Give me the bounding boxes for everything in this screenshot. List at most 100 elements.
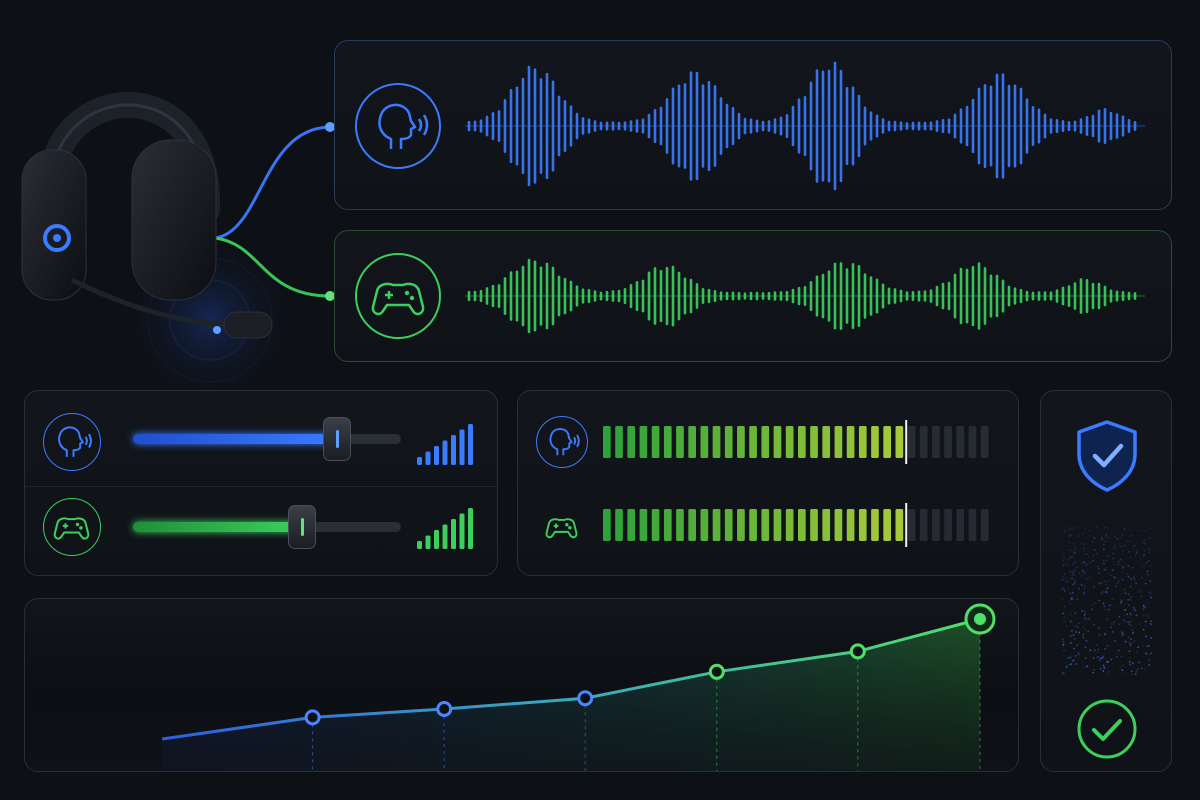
signal-bar xyxy=(417,457,422,465)
meter-segment xyxy=(651,426,660,458)
meter-segment xyxy=(615,509,623,541)
meter-segment xyxy=(895,509,904,541)
game-slider-thumb[interactable] xyxy=(287,505,316,549)
meter-segment xyxy=(676,509,684,541)
meter-segment xyxy=(956,509,965,541)
voice-channel-icon xyxy=(43,413,101,471)
voice-volume-slider[interactable] xyxy=(133,417,401,461)
voice-slider-thumb[interactable] xyxy=(322,417,351,461)
level-meters-panel xyxy=(517,390,1019,576)
trend-point xyxy=(708,663,725,680)
meter-segment xyxy=(712,509,721,541)
voice-channel-row xyxy=(25,391,499,487)
game-level-meter xyxy=(603,503,989,547)
meter-segment xyxy=(846,509,855,541)
status-panel xyxy=(1040,390,1172,772)
game-signal-bars xyxy=(417,508,473,549)
meter-segment xyxy=(919,426,928,458)
signal-bar xyxy=(434,446,439,465)
voice-waveform xyxy=(465,61,1145,191)
meter-segment xyxy=(822,426,831,458)
meter-segment xyxy=(932,426,940,458)
meter-segment xyxy=(968,426,977,458)
voice-icon xyxy=(355,83,441,169)
signal-bar xyxy=(459,429,465,465)
signal-bar xyxy=(468,424,473,465)
meter-segment xyxy=(944,509,952,541)
volume-mixer-panel xyxy=(24,390,499,577)
voice-meter-icon xyxy=(536,416,588,468)
meter-segment xyxy=(956,426,965,458)
game-waveform xyxy=(465,258,1145,334)
meter-segment xyxy=(749,426,757,458)
meter-segment xyxy=(639,509,648,541)
game-meter-icon xyxy=(536,501,588,553)
meter-segment xyxy=(846,426,855,458)
signal-bar xyxy=(451,435,456,465)
voice-waveform-panel xyxy=(334,40,1172,210)
meter-segment xyxy=(798,426,806,458)
meter-segment xyxy=(980,426,989,458)
meter-segment xyxy=(907,426,916,458)
voice-level-meter xyxy=(603,420,989,464)
meter-segment xyxy=(639,426,648,458)
meter-segment xyxy=(761,426,770,458)
meter-segment xyxy=(858,426,867,458)
meter-segment xyxy=(968,509,977,541)
meter-segment xyxy=(603,509,611,541)
meter-segment xyxy=(688,509,696,541)
meter-segment xyxy=(822,509,831,541)
signal-bar xyxy=(442,440,448,465)
meter-segment xyxy=(932,509,940,541)
meter-segment xyxy=(810,426,818,458)
meter-segment xyxy=(749,509,757,541)
meter-segment xyxy=(603,426,611,458)
meter-segment xyxy=(871,426,879,458)
meter-segment xyxy=(883,426,891,458)
meter-segment xyxy=(700,509,709,541)
meter-segment xyxy=(798,509,806,541)
meter-segment xyxy=(810,509,818,541)
signal-bar xyxy=(451,519,456,549)
game-volume-slider[interactable] xyxy=(133,505,401,549)
trend-point xyxy=(577,690,594,707)
meter-segment xyxy=(615,426,623,458)
trend-point xyxy=(849,643,866,660)
check-circle-icon xyxy=(1075,697,1139,761)
signal-bar xyxy=(442,524,448,549)
meter-segment xyxy=(737,426,745,458)
meter-segment xyxy=(858,509,867,541)
meter-segment xyxy=(944,426,952,458)
meter-segment xyxy=(980,509,989,541)
signal-bar xyxy=(434,530,439,549)
voice-signal-bars xyxy=(417,424,473,465)
meter-segment xyxy=(773,509,782,541)
meter-segment xyxy=(724,426,733,458)
meter-segment xyxy=(676,426,684,458)
meter-segment xyxy=(834,426,843,458)
game-channel-icon xyxy=(43,498,101,556)
game-waveform-panel xyxy=(334,230,1172,362)
signal-bar xyxy=(425,535,431,549)
signal-bar xyxy=(417,541,422,549)
meter-segment xyxy=(724,509,733,541)
meter-segment xyxy=(712,426,721,458)
meter-segment xyxy=(700,426,709,458)
meter-segment xyxy=(663,426,672,458)
meter-segment xyxy=(871,509,879,541)
signal-bar xyxy=(468,508,473,549)
meter-segment xyxy=(663,509,672,541)
trend-point xyxy=(436,701,453,717)
trend-chart-panel xyxy=(24,598,1019,772)
game-channel-row xyxy=(25,486,499,577)
particle-field xyxy=(1062,526,1152,676)
meter-segment xyxy=(883,509,891,541)
signal-bar xyxy=(459,513,465,549)
shield-check-icon xyxy=(1071,416,1143,496)
meter-segment xyxy=(627,509,636,541)
meter-segment xyxy=(919,509,928,541)
meter-segment xyxy=(688,426,696,458)
meter-segment xyxy=(737,509,745,541)
meter-segment xyxy=(761,509,770,541)
meter-segment xyxy=(785,509,794,541)
